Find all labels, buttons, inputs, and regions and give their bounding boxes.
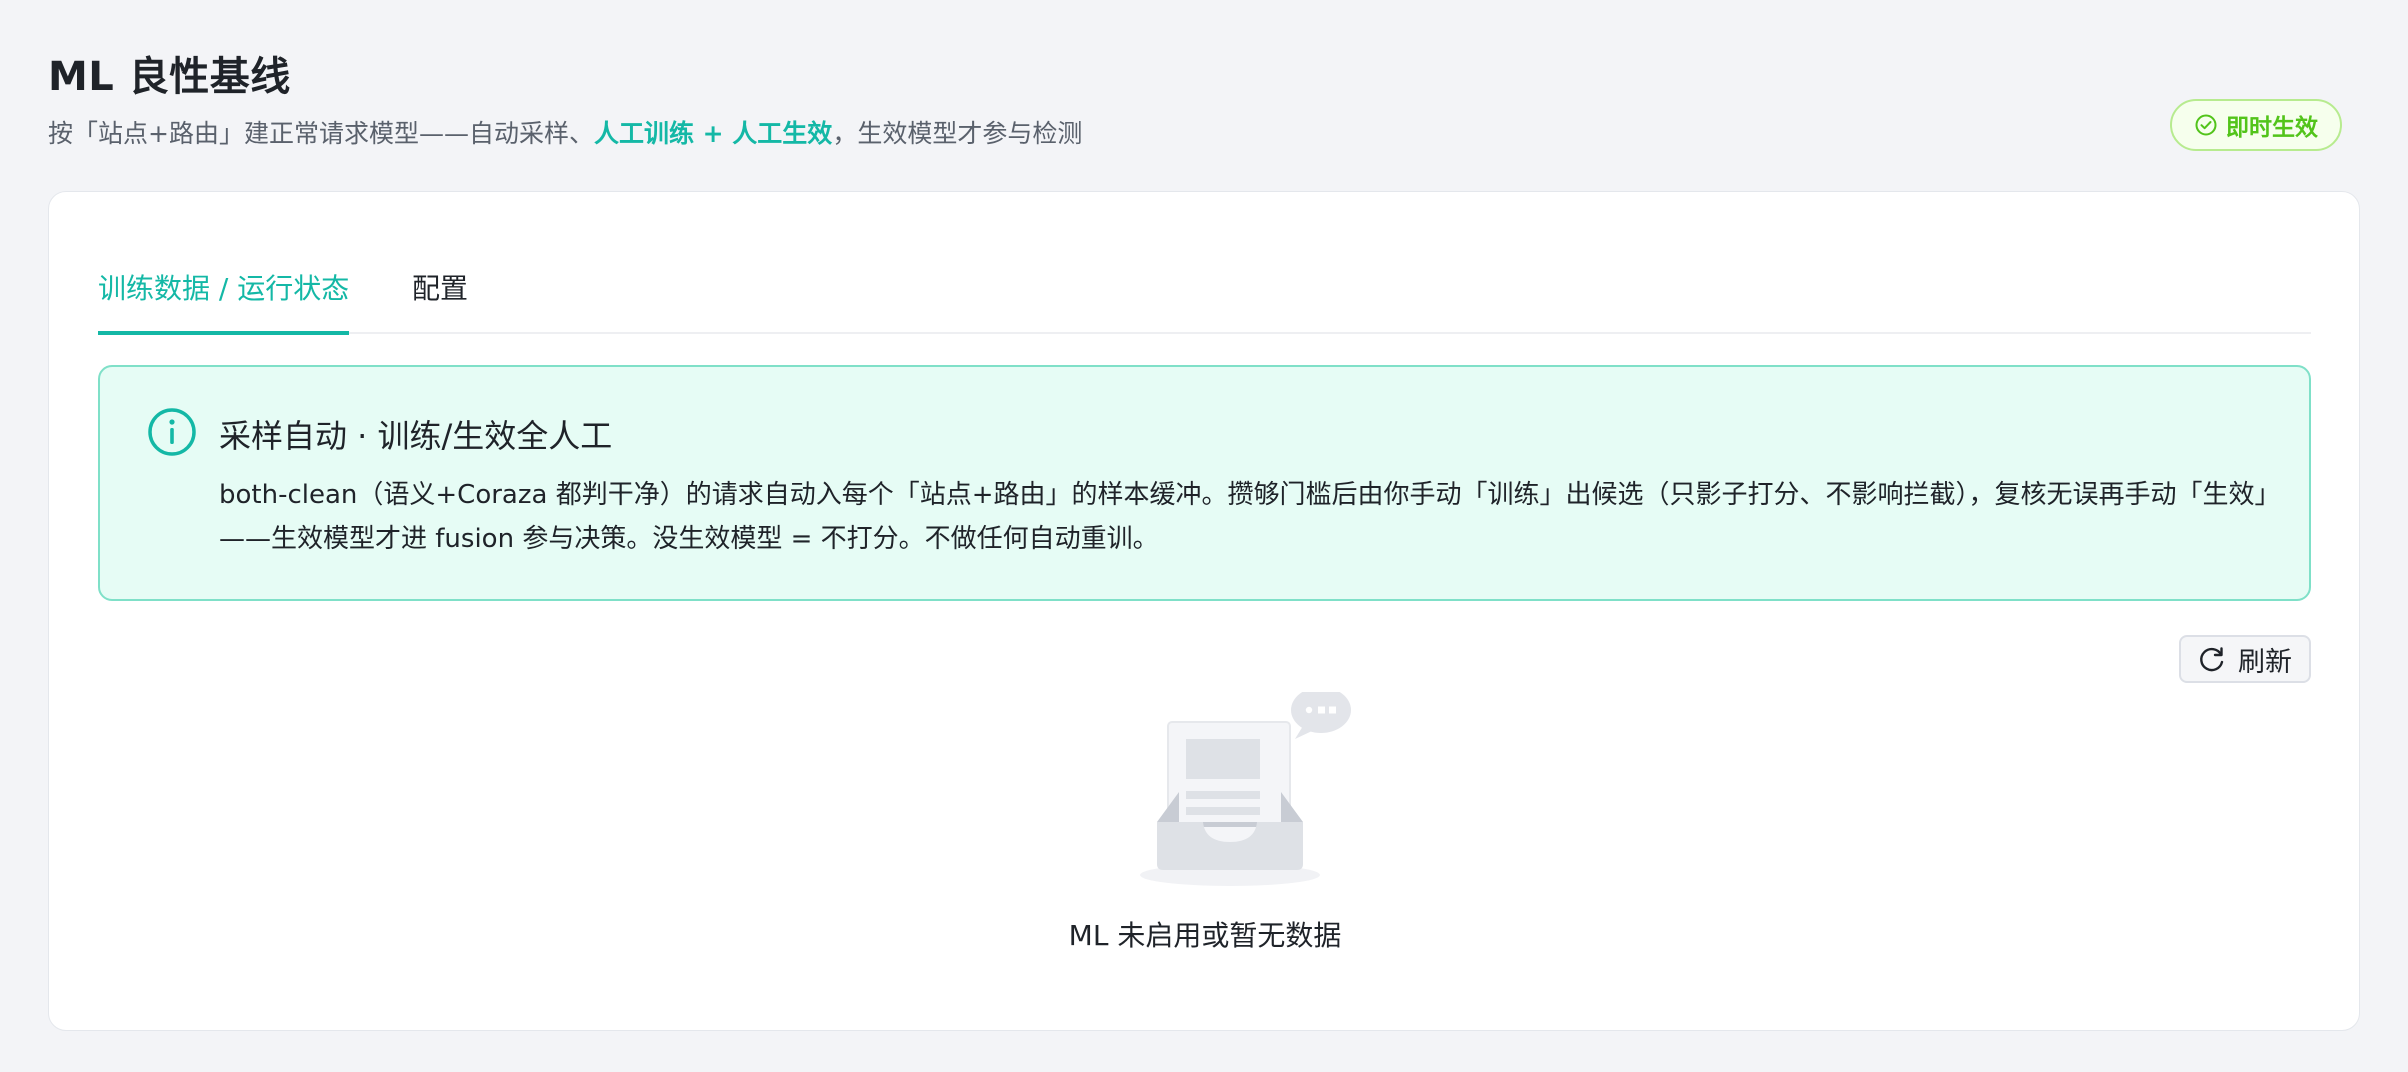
live-status-badge: 即时生效 — [2170, 99, 2342, 151]
empty-state-text: ML 未启用或暂无数据 — [1068, 919, 1342, 952]
page-title: ML 良性基线 — [48, 54, 291, 100]
badge-label: 即时生效 — [2226, 115, 2318, 141]
info-circle-icon — [148, 408, 196, 456]
tab-config[interactable]: 配置 — [412, 267, 468, 335]
refresh-label: 刷新 — [2238, 646, 2292, 678]
subtitle-prefix: 按「站点+路由」建正常请求模型——自动采样、 — [48, 119, 594, 148]
page-subtitle: 按「站点+路由」建正常请求模型——自动采样、人工训练 + 人工生效，生效模型才参… — [48, 114, 1082, 150]
check-circle-icon — [2195, 114, 2217, 136]
info-alert: 采样自动 · 训练/生效全人工 both-clean（语义+Coraza 都判干… — [98, 365, 2311, 601]
empty-inbox-icon — [1140, 692, 1351, 886]
refresh-icon — [2200, 647, 2224, 672]
info-description: both-clean（语义+Coraza 都判干净）的请求自动入每个「站点+路由… — [219, 480, 2268, 554]
subtitle-suffix: ，生效模型才参与检测 — [832, 119, 1083, 148]
tab-bar: 训练数据 / 运行状态 配置 — [98, 192, 2311, 335]
subtitle-highlight: 人工训练 + 人工生效 — [593, 119, 833, 148]
main-card: 训练数据 / 运行状态 配置 采样自动 · 训练/生效全人工 both-clea… — [48, 191, 2360, 1031]
refresh-button[interactable]: 刷新 — [2179, 635, 2311, 683]
info-title: 采样自动 · 训练/生效全人工 — [219, 417, 613, 455]
tab-training-data[interactable]: 训练数据 / 运行状态 — [98, 267, 350, 335]
